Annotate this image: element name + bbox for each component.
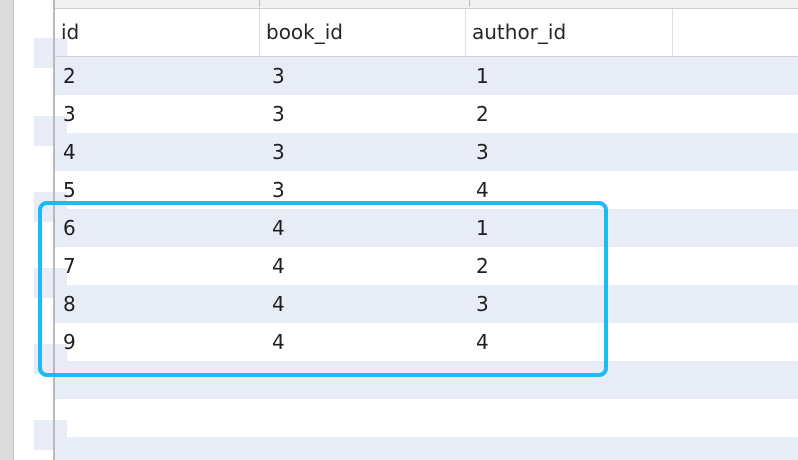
cell-author-id[interactable]: 2 — [466, 247, 672, 285]
table-row[interactable]: 9 4 4 — [55, 323, 798, 361]
row-header-column — [14, 0, 67, 460]
table-row[interactable]: 8 4 3 — [55, 285, 798, 323]
table-row[interactable]: 6 4 1 — [55, 209, 798, 247]
column-header-book-id[interactable]: book_id — [260, 9, 466, 56]
cell-book-id[interactable]: 4 — [260, 247, 466, 285]
result-grid-window: id book_id author_id 2 3 1 3 3 2 4 3 3 5… — [0, 0, 798, 460]
cell-book-id[interactable]: 3 — [260, 133, 466, 171]
cell-id[interactable]: 3 — [55, 95, 260, 133]
results-table: id book_id author_id 2 3 1 3 3 2 4 3 3 5… — [55, 9, 798, 460]
table-row[interactable]: 2 3 1 — [55, 57, 798, 95]
cell-id[interactable]: 4 — [55, 133, 260, 171]
table-row[interactable]: 4 3 3 — [55, 133, 798, 171]
empty-row — [55, 399, 798, 437]
cell-author-id[interactable]: 1 — [466, 209, 672, 247]
toolbar-segment — [54, 0, 260, 7]
cell-author-id[interactable]: 3 — [466, 285, 672, 323]
column-header-author-id[interactable]: author_id — [466, 9, 673, 56]
cell-book-id[interactable]: 3 — [260, 95, 466, 133]
cell-book-id[interactable]: 3 — [260, 171, 466, 209]
cell-book-id[interactable]: 3 — [260, 57, 466, 95]
cell-book-id[interactable]: 4 — [260, 323, 466, 361]
cell-author-id[interactable]: 4 — [466, 323, 672, 361]
table-row[interactable]: 3 3 2 — [55, 95, 798, 133]
cell-id[interactable]: 8 — [55, 285, 260, 323]
toolbar-strip — [0, 0, 798, 9]
cell-id[interactable]: 9 — [55, 323, 260, 361]
cell-id[interactable]: 6 — [55, 209, 260, 247]
cell-author-id[interactable]: 3 — [466, 133, 672, 171]
empty-row — [55, 361, 798, 399]
table-row[interactable]: 7 4 2 — [55, 247, 798, 285]
cell-book-id[interactable]: 4 — [260, 285, 466, 323]
cell-id[interactable]: 2 — [55, 57, 260, 95]
cell-id[interactable]: 7 — [55, 247, 260, 285]
table-row[interactable]: 5 3 4 — [55, 171, 798, 209]
column-header-id[interactable]: id — [55, 9, 260, 56]
cell-book-id[interactable]: 4 — [260, 209, 466, 247]
cell-author-id[interactable]: 1 — [466, 57, 672, 95]
empty-row — [55, 437, 798, 460]
cell-id[interactable]: 5 — [55, 171, 260, 209]
cell-author-id[interactable]: 2 — [466, 95, 672, 133]
cell-author-id[interactable]: 4 — [466, 171, 672, 209]
toolbar-segment — [260, 0, 470, 7]
left-gutter — [0, 0, 14, 460]
